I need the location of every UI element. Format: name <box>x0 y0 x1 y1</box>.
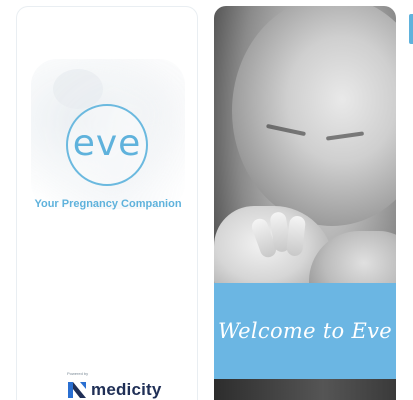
tagline: Your Pregnancy Companion <box>34 198 182 210</box>
photo-bottom-strip <box>214 379 396 400</box>
logo-text: eve <box>72 122 142 164</box>
welcome-screen: Welcome to Eve <box>214 6 396 400</box>
baby-photo <box>232 6 396 226</box>
powered-by-label: Powered by <box>67 371 89 376</box>
welcome-headline: Welcome to Eve <box>217 319 392 343</box>
next-screen-edge <box>409 14 413 44</box>
splash-screen: eve Your Pregnancy Companion Powered by … <box>16 6 198 400</box>
medicity-wordmark: medicity <box>91 380 162 399</box>
medicity-logo-icon <box>68 382 86 398</box>
medicity-brand: medicity <box>67 379 162 400</box>
eve-logo: eve <box>66 104 148 186</box>
welcome-banner: Welcome to Eve <box>214 283 396 379</box>
